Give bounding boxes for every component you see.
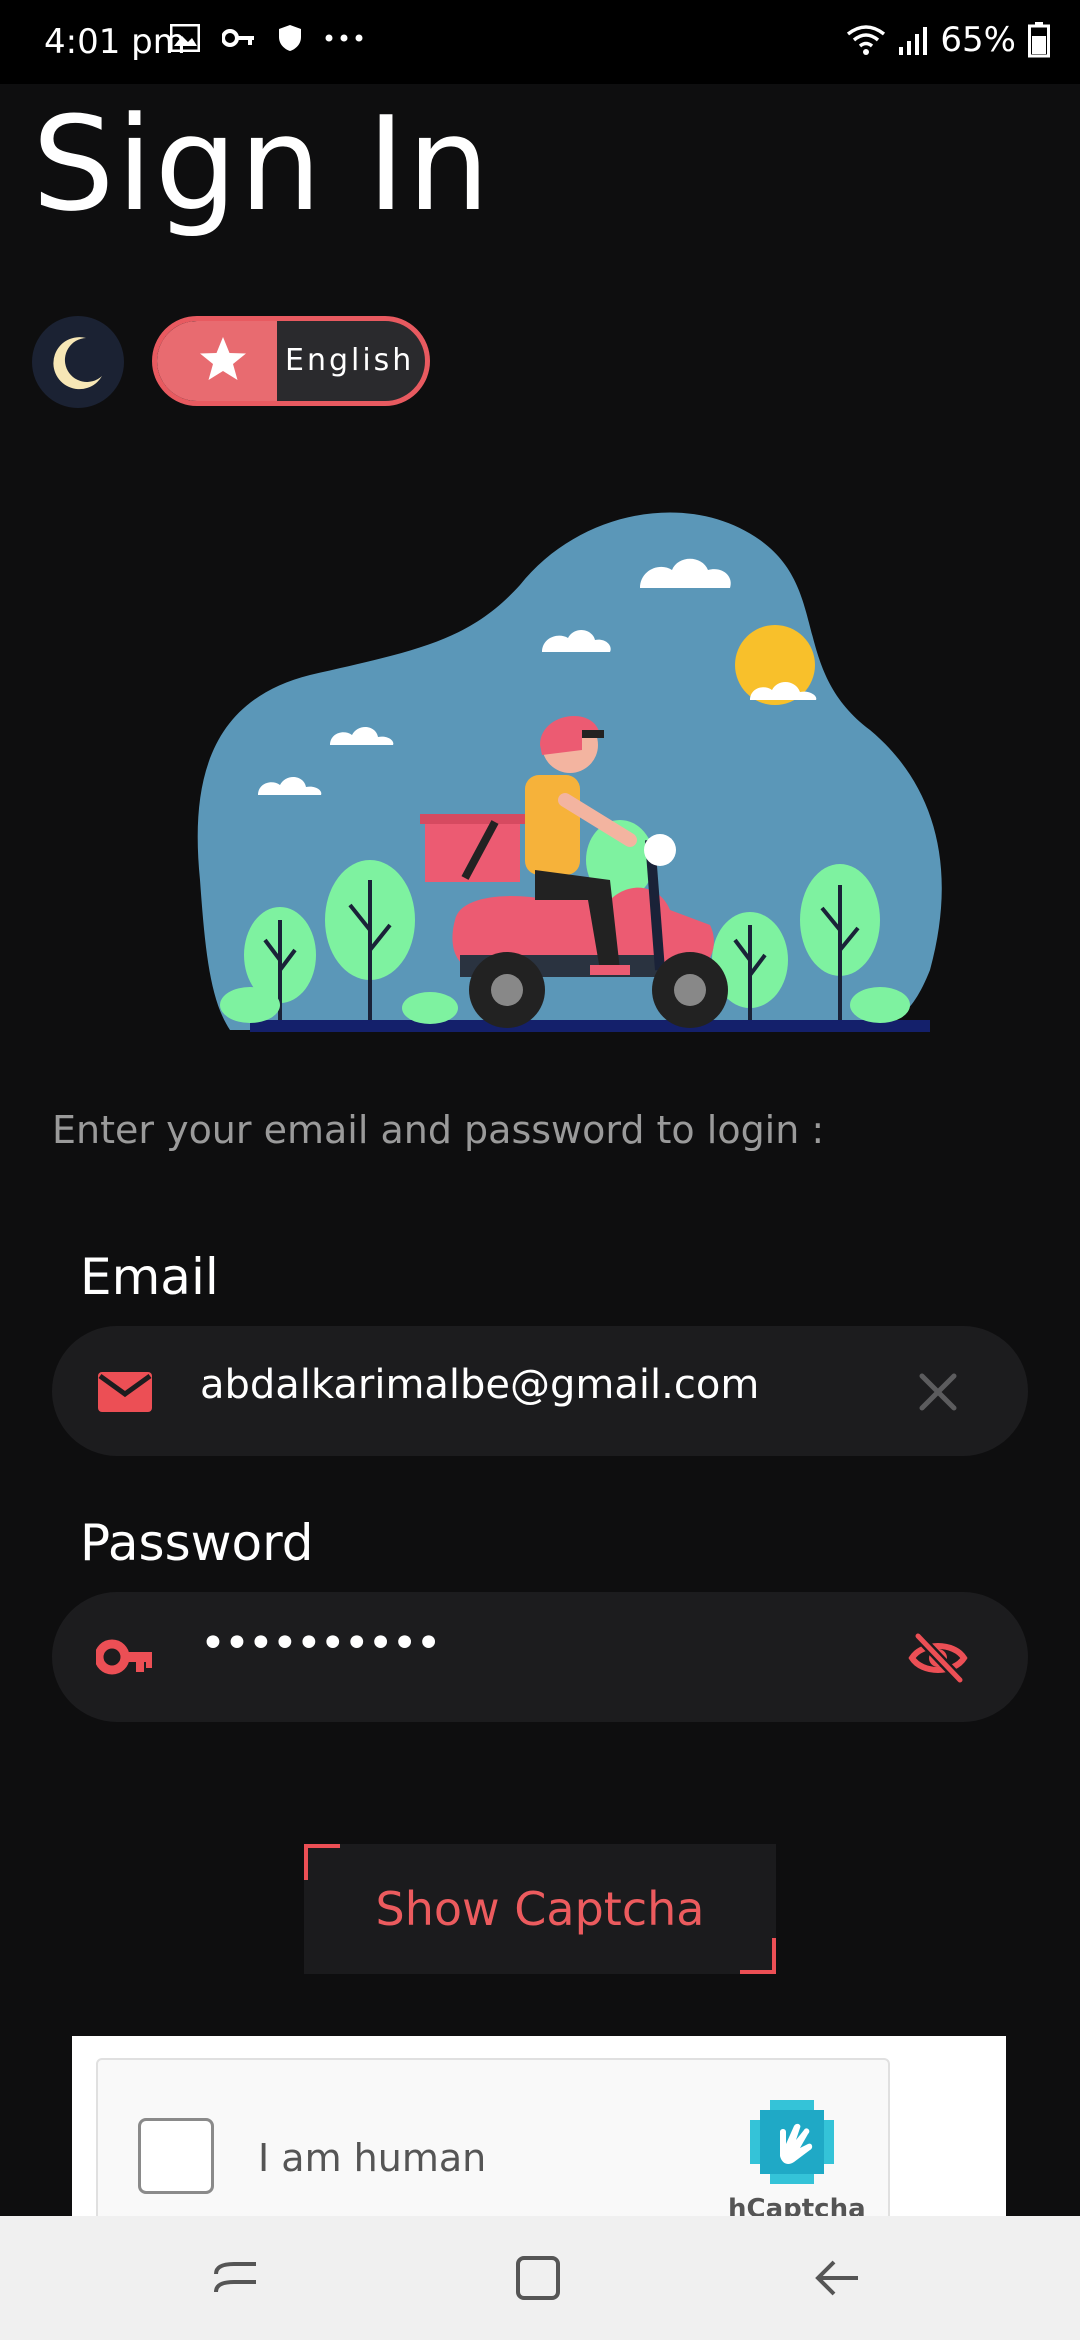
login-instructions: Enter your email and password to login : — [52, 1108, 825, 1152]
show-captcha-label: Show Captcha — [375, 1882, 705, 1936]
email-input[interactable]: abdalkarimalbe@gmail.com — [200, 1362, 759, 1408]
language-toggle[interactable]: English — [152, 316, 430, 406]
delivery-scooter-illustration — [197, 512, 942, 1032]
shield-icon — [279, 25, 301, 51]
password-label: Password — [80, 1514, 314, 1572]
page-title: Sign In — [32, 88, 492, 240]
star-icon — [200, 337, 246, 380]
theme-toggle-button[interactable] — [32, 316, 124, 408]
eye-off-icon[interactable] — [908, 1628, 968, 1688]
hcaptcha-logo-icon — [750, 2100, 834, 2184]
language-label: English — [285, 343, 415, 378]
hcaptcha-brand: hCaptcha — [728, 2194, 866, 2216]
moon-icon — [53, 337, 102, 390]
signal-icon — [899, 27, 928, 55]
human-checkbox-label: I am human — [258, 2136, 487, 2180]
wifi-icon — [847, 25, 886, 55]
clear-icon[interactable] — [908, 1362, 968, 1422]
status-bar: 4:01 pm 65% — [0, 0, 1080, 84]
key-icon — [222, 29, 254, 47]
image-icon — [170, 24, 200, 52]
more-dots-icon — [325, 34, 363, 42]
show-captcha-button[interactable]: Show Captcha — [304, 1844, 776, 1974]
recent-apps-icon[interactable] — [210, 2252, 262, 2304]
email-label: Email — [80, 1248, 219, 1306]
hcaptcha-widget: I am human hCaptcha — [72, 2036, 1006, 2216]
home-icon[interactable] — [512, 2252, 564, 2304]
back-icon[interactable] — [812, 2252, 864, 2304]
email-field[interactable]: abdalkarimalbe@gmail.com — [52, 1326, 1028, 1456]
password-input[interactable]: •••••••••• — [200, 1618, 442, 1669]
battery-icon — [1028, 22, 1050, 58]
language-toggle-knob — [157, 321, 277, 401]
password-field[interactable]: •••••••••• — [52, 1592, 1028, 1722]
mail-icon — [98, 1372, 152, 1412]
hcaptcha-box: I am human hCaptcha — [96, 2058, 890, 2216]
human-checkbox[interactable] — [138, 2118, 214, 2194]
status-time: 4:01 pm — [44, 22, 186, 62]
key-icon — [96, 1639, 152, 1675]
corner-decoration — [304, 1844, 340, 1880]
navigation-bar — [0, 2216, 1080, 2340]
battery-percent: 65% — [940, 20, 1016, 60]
corner-decoration — [740, 1938, 776, 1974]
